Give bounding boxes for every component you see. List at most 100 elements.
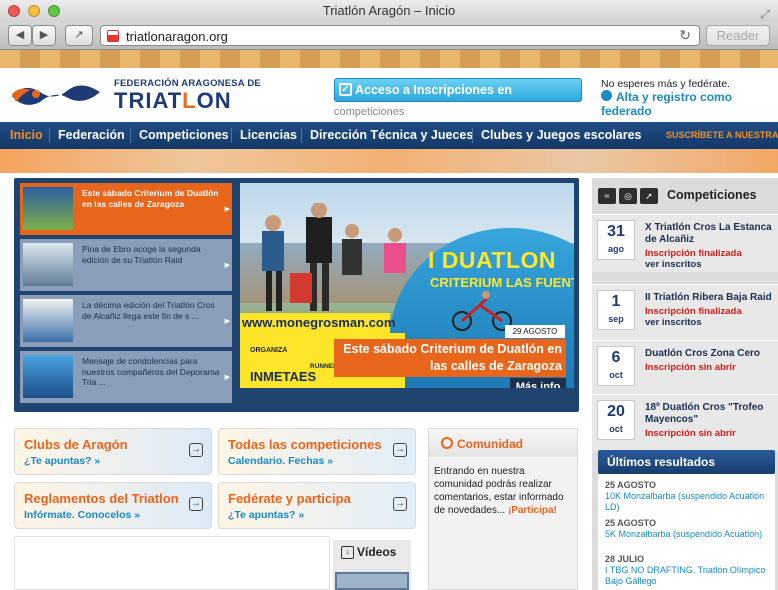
federate-box[interactable]: Fedérate y participa ¿Te apuntas? » → [218, 482, 416, 529]
slider-item[interactable]: Este sábado Criterium de Duatlón en las … [20, 183, 232, 235]
reader-button[interactable]: Reader [706, 25, 770, 46]
inscriptions-button[interactable]: ✓ Acceso a Inscripciones en [334, 78, 582, 102]
event-status: Inscripción sin abrir [645, 428, 736, 439]
federation-logo-icon[interactable] [10, 80, 102, 108]
inscriptions-subtext: competiciones [334, 106, 405, 118]
enter-arrow-icon: → [189, 443, 203, 457]
nav-item-direccion-tecnica[interactable]: Dirección Técnica y Jueces [310, 122, 473, 149]
result-link[interactable]: I TBG NO DRAFTING. Triatlón Olímpico Baj… [605, 565, 773, 587]
slider-item[interactable]: Mensaje de condolencias para nuestros co… [20, 351, 232, 403]
window-title: Triatlón Aragón – Inicio [322, 3, 456, 18]
federate-promo: No esperes más y fedérate. [601, 78, 730, 90]
reload-icon[interactable]: ↻ [679, 27, 691, 44]
share-button[interactable]: ↗ [65, 25, 93, 46]
nav-item-inicio[interactable]: Inicio [10, 122, 43, 149]
enter-arrow-icon: → [393, 443, 407, 457]
result-date: 25 AGOSTO [605, 480, 657, 490]
swim-icon: ≈ [598, 188, 616, 204]
video-thumbnail[interactable] [335, 572, 409, 590]
share-icon: ↗ [74, 29, 84, 41]
header-decoration [0, 50, 778, 68]
slide-thumbnail [23, 355, 73, 398]
view-entrants-link[interactable]: ver inscritos [645, 317, 702, 328]
run-icon: ➚ [640, 188, 658, 204]
chevron-right-icon: ▶ [224, 374, 230, 381]
add-user-icon [601, 90, 612, 101]
site-favicon-icon [107, 30, 119, 42]
nav-divider [49, 128, 50, 143]
participate-link[interactable]: ¡Participa! [508, 505, 557, 516]
event-item[interactable]: 6 oct Duatlón Cros Zona Cero Inscripción … [592, 340, 778, 398]
event-date: 1 sep [597, 290, 635, 330]
banner-strip [0, 149, 778, 173]
triatlon-wordmark: TRIATLON [114, 88, 232, 113]
subscribe-link[interactable]: SUSCRÍBETE A NUESTRAS R [666, 122, 778, 149]
event-status: Inscripción finalizada [645, 248, 742, 259]
result-link[interactable]: 5K Monzalbarba (suspendido Acuatlón) [605, 529, 773, 540]
result-date: 25 AGOSTO [605, 518, 657, 528]
forward-arrow-icon: ▶ [39, 29, 49, 41]
slide-date: 29 AGOSTO [505, 325, 565, 338]
result-link[interactable]: 10K Monzalbarba (suspendido Acuatlón LD) [605, 491, 773, 513]
browser-toolbar: ◀ ▶ ↗ triatlonaragon.org ↻ Reader [0, 22, 778, 50]
enter-arrow-icon: → [189, 497, 203, 511]
latest-results-header: Últimos resultados [598, 450, 775, 474]
event-name[interactable]: 18º Duatlón Cros "Trofeo Mayencos" [645, 402, 777, 426]
result-date: 28 JULIO [605, 554, 645, 564]
nav-divider [301, 128, 302, 143]
event-status: Inscripción sin abrir [645, 362, 736, 373]
slider-item[interactable]: Pina de Ebro acoge la segunda edición de… [20, 239, 232, 291]
community-text: Entrando en nuestra comunidad podrás rea… [434, 466, 564, 516]
event-item[interactable]: 31 ago X Triatlón Cros La Estanca de Alca… [592, 214, 778, 272]
event-date: 31 ago [597, 220, 635, 260]
slider-item[interactable]: La décima edición del Triatlón Cros de A… [20, 295, 232, 347]
nav-divider [130, 128, 131, 143]
back-button[interactable]: ◀ [8, 25, 32, 46]
view-entrants-link[interactable]: ver inscritos [645, 259, 702, 270]
news-slider: Este sábado Criterium de Duatlón en las … [14, 178, 579, 412]
register-link[interactable]: Alta y registro como federado [601, 90, 771, 118]
more-info-button[interactable]: Más info [510, 378, 566, 388]
nav-item-licencias[interactable]: Licencias [240, 122, 297, 149]
latest-results-list: 25 AGOSTO 10K Monzalbarba (suspendido Ac… [598, 474, 775, 590]
content-panel [14, 536, 330, 590]
clubs-box[interactable]: Clubs de Aragón ¿Te apuntas? » → [14, 428, 212, 475]
event-item[interactable]: 20 oct 18º Duatlón Cros "Trofeo Mayencos"… [592, 394, 778, 452]
competitions-header: ≈ ◎ ➚ Competiciones [592, 178, 778, 214]
videos-panel: ↓ Vídeos [333, 540, 411, 590]
nav-item-federacion[interactable]: Federación [58, 122, 125, 149]
community-icon [441, 437, 453, 449]
event-date: 6 oct [597, 346, 635, 386]
address-bar[interactable]: triatlonaragon.org ↻ [100, 25, 700, 46]
featured-slide-image[interactable]: I DUATLON CRITERIUM LAS FUENTE www.moneg… [240, 183, 574, 388]
window-titlebar: Triatlón Aragón – Inicio ⤢ [0, 0, 778, 22]
nav-item-competiciones[interactable]: Competiciones [139, 122, 229, 149]
rules-box[interactable]: Reglamentos del Triatlon Infórmate. Cono… [14, 482, 212, 529]
close-window-button[interactable] [8, 5, 20, 17]
slide-thumbnail [23, 187, 73, 230]
forward-button[interactable]: ▶ [32, 25, 56, 46]
download-icon: ↓ [341, 546, 354, 559]
minimize-window-button[interactable] [28, 5, 40, 17]
community-header: Comunidad [429, 429, 577, 457]
event-name[interactable]: X Triatlón Cros La Estanca de Alcañiz [645, 222, 777, 246]
bike-icon: ◎ [619, 188, 637, 204]
sponsor-logo: INMETAES [250, 369, 317, 384]
event-item[interactable]: 1 sep II Triatlón Ribera Baja Raid Inscri… [592, 284, 778, 342]
chevron-right-icon: ▶ [224, 318, 230, 325]
nav-item-clubes[interactable]: Clubes y Juegos escolares [481, 122, 642, 149]
nav-divider [472, 128, 473, 143]
checkbox-icon: ✓ [339, 83, 352, 96]
chevron-right-icon: ▶ [224, 262, 230, 269]
chevron-right-icon: ▶ [224, 206, 230, 213]
event-status: Inscripción finalizada [645, 306, 742, 317]
competitions-sidebar: ≈ ◎ ➚ Competiciones 31 ago X Triatlón Cro… [592, 178, 778, 590]
poster-subtitle: CRITERIUM LAS FUENTE [430, 275, 574, 290]
event-name[interactable]: II Triatlón Ribera Baja Raid [645, 292, 777, 304]
enter-arrow-icon: → [393, 497, 407, 511]
slide-caption[interactable]: Este sábado Criterium de Duatlón en las … [334, 339, 566, 377]
zoom-window-button[interactable] [48, 5, 60, 17]
competitions-box[interactable]: Todas las competiciones Calendario. Fech… [218, 428, 416, 475]
event-name[interactable]: Duatlón Cros Zona Cero [645, 348, 777, 360]
nav-divider [231, 128, 232, 143]
